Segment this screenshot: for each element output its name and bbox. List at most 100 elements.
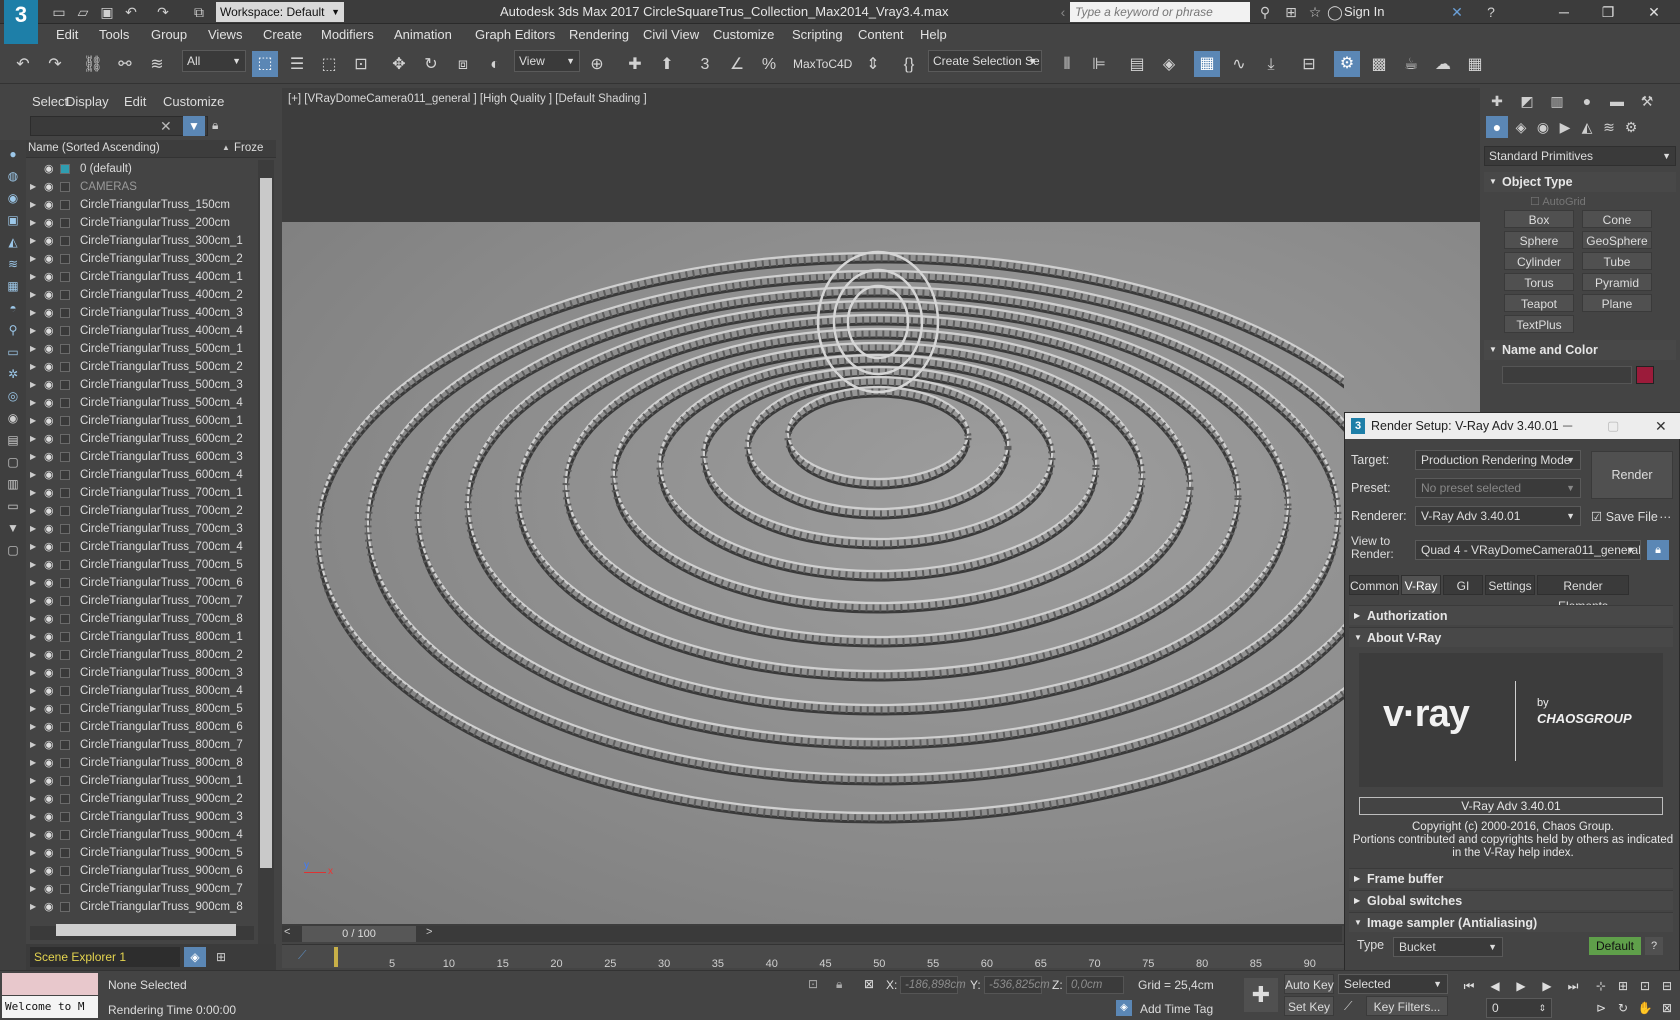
visibility-eye-icon[interactable]: ◉ [44, 232, 54, 250]
rectangular-selection-icon[interactable]: ⬚ [316, 52, 342, 78]
list-item[interactable]: ▶ ◉ CircleTriangularTruss_700cm_6 [26, 574, 258, 592]
scene-explorer-search-input[interactable] [30, 116, 208, 136]
display-geometry-icon[interactable]: ◍ [4, 168, 22, 184]
visibility-eye-icon[interactable]: ◉ [44, 718, 54, 736]
align-icon[interactable]: ⊫ [1086, 52, 1112, 78]
geosphere-button[interactable]: GeoSphere [1582, 231, 1652, 249]
lock-icon[interactable]: 🔒︎ [212, 118, 218, 133]
visibility-eye-icon[interactable]: ◉ [44, 610, 54, 628]
filter-icon[interactable]: ▼ [183, 116, 205, 136]
spinner-snap-icon[interactable]: ⇕ [860, 52, 886, 78]
list-item[interactable]: ▶ ◉ CircleTriangularTruss_800cm_2 [26, 646, 258, 664]
expand-arrow-icon[interactable]: ▶ [30, 556, 36, 574]
list-item[interactable]: ▶ ◉ CircleTriangularTruss_300cm_2 [26, 250, 258, 268]
maximize-toggle-icon[interactable]: ⊠ [1656, 999, 1678, 1017]
visibility-eye-icon[interactable]: ◉ [44, 646, 54, 664]
list-item[interactable]: ▶ ◉ CircleTriangularTruss_300cm_1 [26, 232, 258, 250]
placement-icon[interactable]: ◐ [482, 52, 508, 78]
display-all-icon[interactable]: ◎ [4, 388, 22, 404]
list-item[interactable]: ▶ ◉ CircleTriangularTruss_500cm_3 [26, 376, 258, 394]
scene-explorer-scroll-thumb[interactable] [260, 178, 272, 868]
expand-arrow-icon[interactable]: ▶ [30, 340, 36, 358]
list-item[interactable]: ▶ ◉ CircleTriangularTruss_800cm_4 [26, 682, 258, 700]
ribbon-toggle-icon[interactable]: ▦ [1194, 51, 1220, 77]
previous-frame-icon[interactable]: < [284, 926, 290, 938]
percent-snap-icon[interactable]: % [756, 52, 782, 78]
visibility-eye-icon[interactable]: ◉ [44, 412, 54, 430]
frame-buffer-rollout[interactable]: ▶ Frame buffer [1349, 868, 1673, 888]
scale-icon[interactable]: ⧈ [450, 52, 476, 78]
expand-arrow-icon[interactable]: ▶ [30, 664, 36, 682]
expand-arrow-icon[interactable]: ▶ [30, 268, 36, 286]
visibility-eye-icon[interactable]: ◉ [44, 304, 54, 322]
select-manipulate-icon[interactable]: ✚ [622, 52, 648, 78]
time-slider[interactable] [282, 926, 1342, 942]
expand-arrow-icon[interactable]: ▶ [30, 502, 36, 520]
scene-explorer-selector[interactable]: Scene Explorer 1 [30, 947, 180, 967]
link-icon[interactable]: ⛓ [80, 52, 106, 78]
geometry-icon[interactable]: ● [1486, 116, 1508, 138]
expand-arrow-icon[interactable]: ▶ [30, 574, 36, 592]
expand-arrow-icon[interactable]: ▶ [30, 700, 36, 718]
expand-arrow-icon[interactable]: ▶ [30, 718, 36, 736]
render-in-cloud-icon[interactable]: ▦ [1462, 52, 1488, 78]
expand-arrow-icon[interactable]: ▶ [30, 250, 36, 268]
maximize-button[interactable]: ❐ [1586, 0, 1630, 24]
list-item[interactable]: ▶ ◉ CircleTriangularTruss_400cm_3 [26, 304, 258, 322]
display-containers-icon[interactable]: ▭ [4, 344, 22, 360]
se-menu-display[interactable]: Display [66, 94, 109, 109]
menu-graph-editors[interactable]: Graph Editors [475, 27, 555, 42]
sign-in-button[interactable]: Sign In [1344, 4, 1384, 19]
curve-editor-icon[interactable]: ∿ [1226, 52, 1252, 78]
mini-curve-editor-icon[interactable]: ⟋ [298, 948, 306, 963]
time-tag-icon[interactable]: ◈ [1116, 1000, 1132, 1016]
visibility-eye-icon[interactable]: ◉ [44, 178, 54, 196]
display-none-icon[interactable]: ● [4, 146, 22, 162]
preset-dropdown[interactable]: No preset selected ▼ [1415, 478, 1581, 498]
menu-rendering[interactable]: Rendering [569, 27, 629, 42]
tab-vray[interactable]: V-Ray [1401, 575, 1441, 595]
maximize-viewport-icon[interactable]: ⊟ [1656, 977, 1678, 995]
list-item[interactable]: ▶ ◉ CircleTriangularTruss_800cm_7 [26, 736, 258, 754]
list-item[interactable]: ▶ ◉ CircleTriangularTruss_900cm_6 [26, 862, 258, 880]
time-slider-thumb[interactable]: 0 / 100 [302, 926, 416, 942]
visibility-eye-icon[interactable]: ◉ [44, 898, 54, 916]
absolute-mode-icon[interactable]: ⊠ [864, 977, 874, 991]
list-item[interactable]: ▶ ◉ CircleTriangularTruss_600cm_2 [26, 430, 258, 448]
new-file-icon[interactable]: ▭ [50, 3, 68, 21]
menu-content[interactable]: Content [858, 27, 904, 42]
cone-button[interactable]: Cone [1582, 210, 1652, 228]
display-xrefs-icon[interactable]: ◓ [4, 300, 22, 316]
list-item[interactable]: ▶ ◉ CircleTriangularTruss_700cm_5 [26, 556, 258, 574]
list-item[interactable]: ▶ ◉ CircleTriangularTruss_700cm_2 [26, 502, 258, 520]
sort-by-layer-icon[interactable]: ⊞ [210, 947, 232, 967]
visibility-eye-icon[interactable]: ◉ [44, 700, 54, 718]
plane-button[interactable]: Plane [1582, 294, 1652, 312]
visibility-eye-icon[interactable]: ◉ [44, 196, 54, 214]
angle-snap-icon[interactable]: ∠ [724, 52, 750, 78]
motion-tab-icon[interactable]: ● [1576, 90, 1598, 112]
dope-sheet-icon[interactable]: ⤓ [1258, 52, 1284, 78]
expand-arrow-icon[interactable]: ▶ [30, 358, 36, 376]
expand-arrow-icon[interactable]: ▶ [30, 610, 36, 628]
list-item[interactable]: ▶ ◉ CircleTriangularTruss_900cm_2 [26, 790, 258, 808]
next-key-icon[interactable]: ▶ [1536, 977, 1558, 995]
list-item[interactable]: ▶ ◉ CircleTriangularTruss_700cm_4 [26, 538, 258, 556]
list-item[interactable]: ▶ ◉ CircleTriangularTruss_150cm [26, 196, 258, 214]
expand-arrow-icon[interactable]: ▶ [30, 286, 36, 304]
list-item[interactable]: ▶ ◉ CircleTriangularTruss_900cm_3 [26, 808, 258, 826]
selection-lock-icon[interactable]: 🔒︎ [836, 977, 842, 992]
display-tab-icon[interactable]: ▬ [1606, 90, 1628, 112]
name-column-header[interactable]: Name (Sorted Ascending) [28, 142, 160, 154]
target-dropdown[interactable]: Production Rendering Mode ▼ [1415, 450, 1581, 470]
invert-icon[interactable]: ▢ [4, 454, 22, 470]
expand-arrow-icon[interactable]: ▶ [30, 196, 36, 214]
autogrid-checkbox[interactable]: ☐ AutoGrid [1530, 195, 1586, 208]
expand-arrow-icon[interactable]: ▶ [30, 880, 36, 898]
list-item[interactable]: ▶ ◉ CircleTriangularTruss_900cm_8 [26, 898, 258, 916]
visibility-eye-icon[interactable]: ◉ [44, 484, 54, 502]
se-menu-customize[interactable]: Customize [163, 94, 224, 109]
display-groups-icon[interactable]: ▦ [4, 278, 22, 294]
help-icon[interactable]: ? [1482, 3, 1500, 21]
list-item[interactable]: ▶ ◉ CircleTriangularTruss_900cm_1 [26, 772, 258, 790]
